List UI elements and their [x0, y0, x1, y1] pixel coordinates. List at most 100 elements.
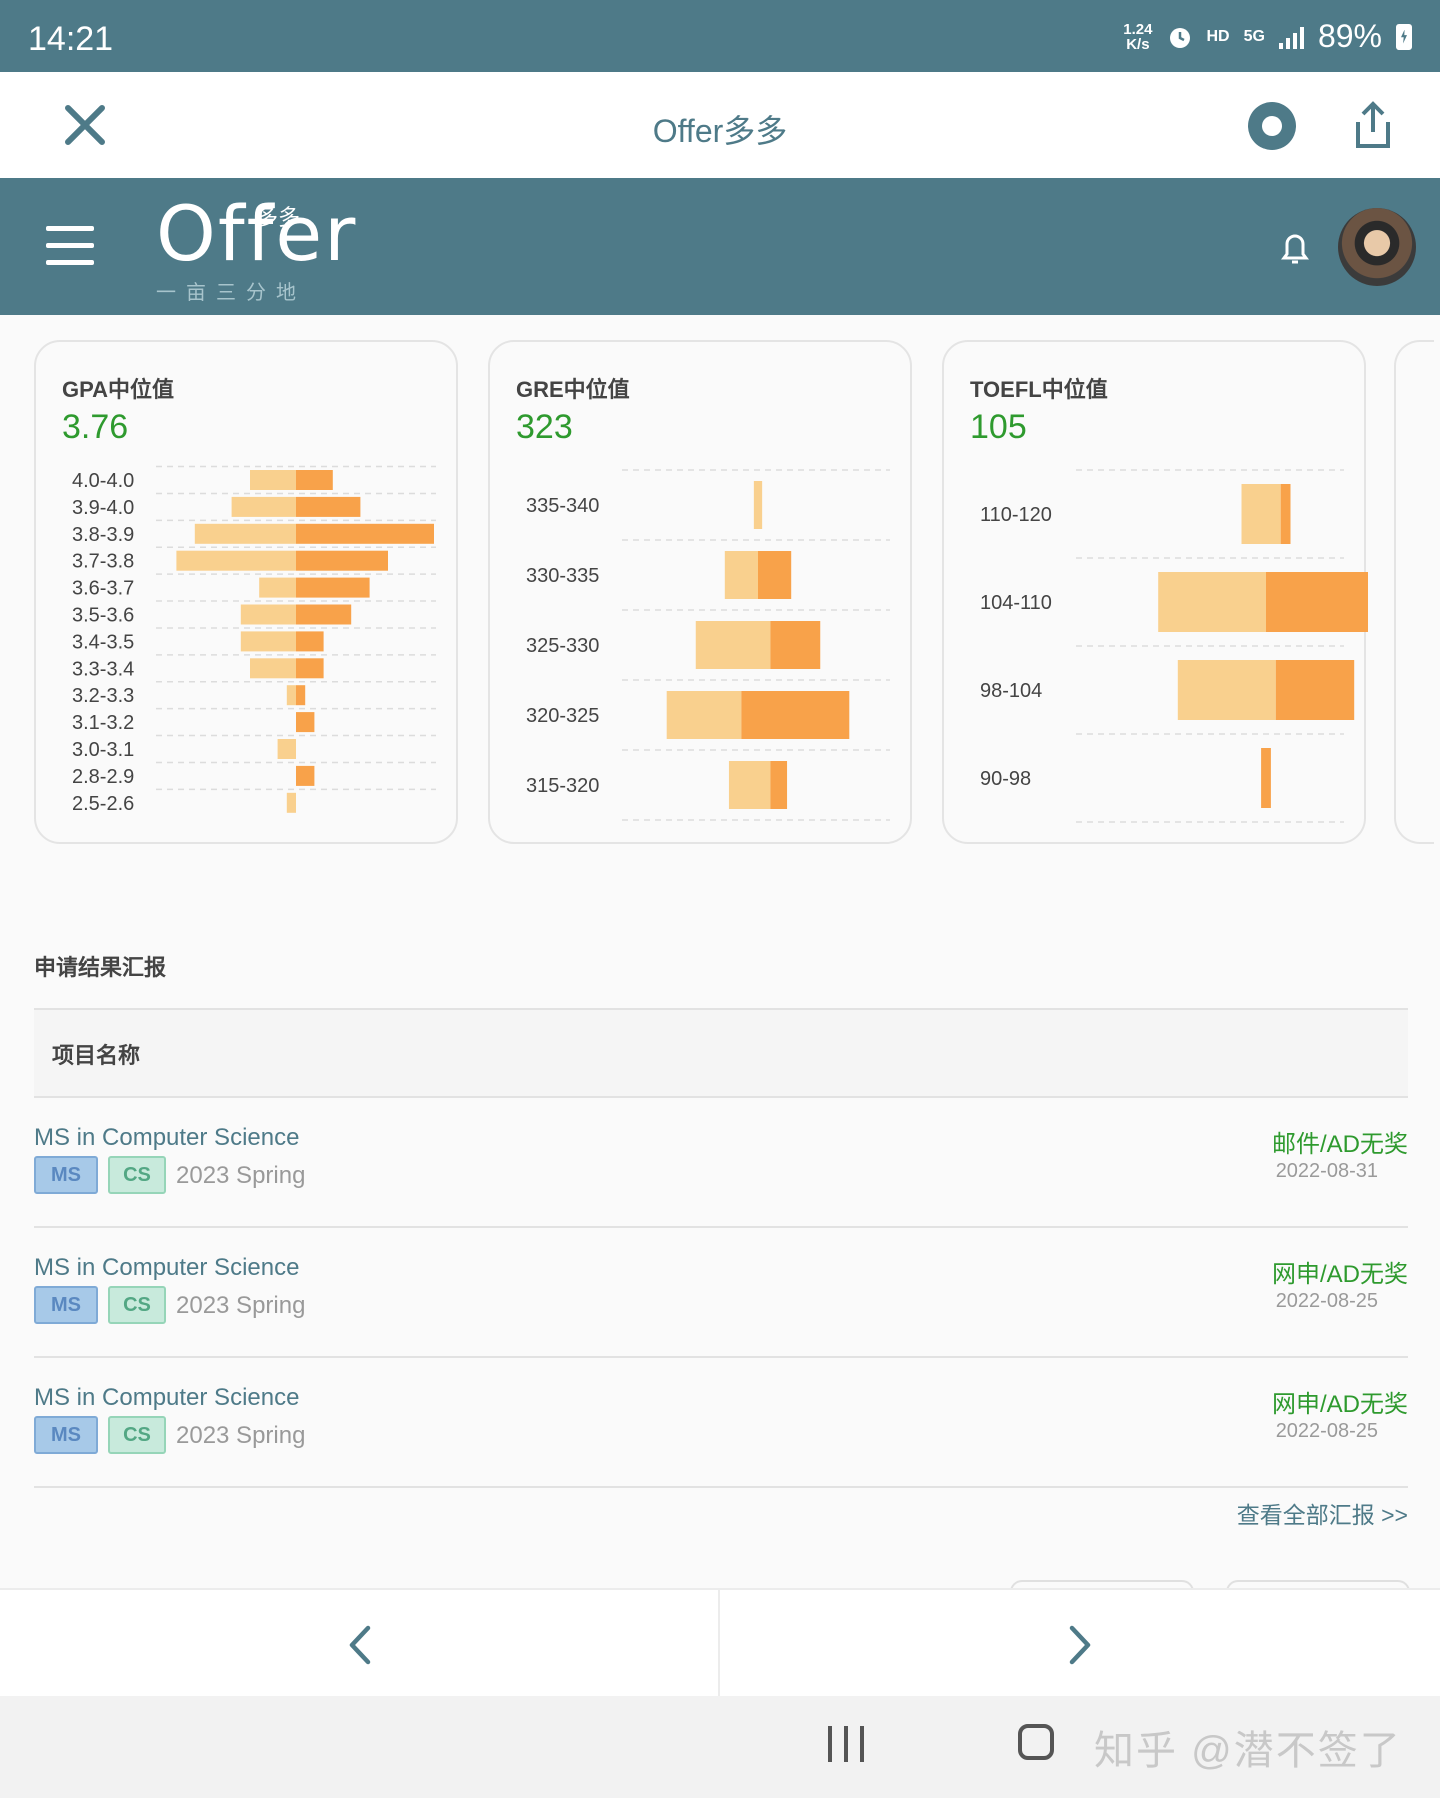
gpa-histogram: 4.0-4.0 3.9-4.0 3.8-3.9 3.7-3.8 3.6-3.7 3.5-3…	[72, 465, 436, 815]
major-tag: CS	[108, 1156, 166, 1194]
net-speed: 1.24 K/s	[1123, 20, 1153, 53]
major-tag: CS	[108, 1416, 166, 1454]
bar-light	[724, 551, 758, 599]
result-date: 2022-08-31	[1275, 1160, 1378, 1182]
bar-dark	[296, 712, 315, 733]
gre-histogram: 335-340 330-335 325-330 320-325 315-320	[526, 469, 890, 821]
bar-light	[194, 523, 296, 544]
table-row[interactable]: MS in Computer Science MS CS 2023 Spring…	[34, 1096, 1408, 1228]
bar-dark	[770, 621, 821, 669]
tick-label: 4.0-4.0	[72, 470, 134, 492]
program-name[interactable]: MS in Computer Science	[34, 1124, 299, 1152]
stats-carousel[interactable]: GPA中位值 3.76 4.0-4.0 3.9-4.0 3.8-3.9 3.7-3.8…	[34, 340, 1440, 846]
program-name[interactable]: MS in Computer Science	[34, 1254, 299, 1282]
bar-light	[1177, 660, 1276, 720]
tick-label: 3.6-3.7	[72, 578, 134, 600]
bar-light	[250, 470, 296, 490]
tick-label: 3.7-3.8	[72, 551, 134, 573]
bar-light	[695, 621, 771, 669]
tick-label: 3.4-3.5	[72, 631, 134, 653]
bar-dark	[296, 470, 333, 490]
bar-light	[176, 550, 296, 571]
tick-label: 110-120	[980, 504, 1052, 526]
forward-arrow-icon[interactable]	[1060, 1622, 1100, 1668]
table-header: 项目名称	[34, 1008, 1408, 1098]
toefl-card[interactable]: TOEFL中位值 105 110-120 104-110 98-104 90-98	[942, 340, 1368, 844]
bar-dark	[1261, 748, 1271, 808]
browser-title: Offer多多	[652, 113, 788, 149]
back-arrow-icon[interactable]	[340, 1622, 380, 1668]
logo-tagline: 一亩三分地	[156, 282, 306, 304]
term: 2023 Spring	[176, 1162, 306, 1189]
next-card-peek[interactable]	[1394, 340, 1434, 844]
bar-dark	[758, 551, 792, 599]
bar-light	[753, 481, 763, 529]
section-title: 申请结果汇报	[34, 955, 167, 980]
bar-dark	[296, 658, 324, 679]
tick-label: 325-330	[526, 635, 599, 657]
result-date: 2022-08-25	[1275, 1290, 1378, 1312]
bar-dark	[296, 631, 324, 652]
tick-label: 98-104	[980, 680, 1042, 702]
bar-dark	[296, 550, 388, 571]
menu-icon[interactable]	[46, 226, 94, 266]
bar-light	[240, 631, 296, 652]
signal-icon	[1278, 25, 1304, 49]
bar-light	[1241, 484, 1281, 544]
network-label: 5G	[1243, 27, 1265, 45]
tick-label: 3.1-3.2	[72, 712, 134, 734]
bar-dark	[1280, 484, 1291, 544]
bell-icon[interactable]	[1278, 228, 1312, 268]
bar-light	[259, 577, 296, 598]
tick-label: 3.9-4.0	[72, 497, 134, 519]
hd-label: HD	[1206, 27, 1230, 45]
tick-label: 320-325	[526, 705, 599, 727]
battery-charging-icon	[1396, 23, 1412, 50]
avatar[interactable]	[1338, 208, 1416, 286]
tick-label: 330-335	[526, 565, 599, 587]
alarm-icon	[1169, 27, 1190, 48]
bar-dark	[296, 765, 315, 786]
column-header-program: 项目名称	[52, 1043, 141, 1068]
bar-light	[231, 496, 296, 517]
bar-dark	[296, 496, 361, 517]
bar-dark	[296, 604, 352, 625]
view-all-link[interactable]: 查看全部汇报 >>	[1237, 1496, 1408, 1530]
home-icon[interactable]	[1018, 1724, 1054, 1760]
degree-tag: MS	[34, 1286, 98, 1324]
bar-dark	[1266, 572, 1368, 632]
system-nav-bar: 知乎 @潜不签了	[0, 1696, 1440, 1798]
bar-dark	[296, 685, 306, 706]
chrome-icon[interactable]	[1248, 102, 1296, 150]
bar-dark	[741, 691, 850, 739]
logo[interactable]: Offer 多多 一亩三分地	[156, 196, 357, 305]
table-row[interactable]: MS in Computer Science MS CS 2023 Spring…	[34, 1226, 1408, 1358]
result-status: 网申/AD无奖	[1271, 1261, 1408, 1288]
program-name[interactable]: MS in Computer Science	[34, 1384, 299, 1412]
gre-card[interactable]: GRE中位值 323 335-340 330-335 325-330 320-325 3…	[488, 340, 912, 844]
recents-icon[interactable]	[828, 1726, 864, 1762]
tick-label: 315-320	[526, 775, 599, 797]
bar-light	[728, 761, 771, 809]
bar-light	[286, 685, 296, 706]
battery-level: 89%	[1317, 18, 1382, 54]
table-row[interactable]: MS in Computer Science MS CS 2023 Spring…	[34, 1356, 1408, 1488]
tick-label: 90-98	[980, 768, 1031, 790]
bar-dark	[1275, 660, 1355, 720]
gpa-card[interactable]: GPA中位值 3.76 4.0-4.0 3.9-4.0 3.8-3.9 3.7-3.8…	[34, 340, 458, 844]
tick-label: 3.8-3.9	[72, 524, 134, 546]
tick-label: 3.3-3.4	[72, 658, 134, 680]
bar-light	[277, 739, 296, 759]
term: 2023 Spring	[176, 1422, 306, 1449]
watermark: 知乎 @潜不签了	[1094, 1729, 1402, 1773]
logo-badge: 多多	[256, 205, 301, 230]
status-indicators: 1.24 K/s HD 5G 89%	[1123, 18, 1412, 55]
share-icon[interactable]	[1350, 100, 1396, 150]
toefl-histogram: 110-120 104-110 98-104 90-98	[980, 469, 1368, 823]
major-tag: CS	[108, 1286, 166, 1324]
bar-light	[286, 792, 296, 813]
browser-toolbar: Offer多多	[0, 72, 1440, 178]
degree-tag: MS	[34, 1416, 98, 1454]
result-status: 邮件/AD无奖	[1271, 1131, 1408, 1158]
result-status: 网申/AD无奖	[1271, 1391, 1408, 1418]
